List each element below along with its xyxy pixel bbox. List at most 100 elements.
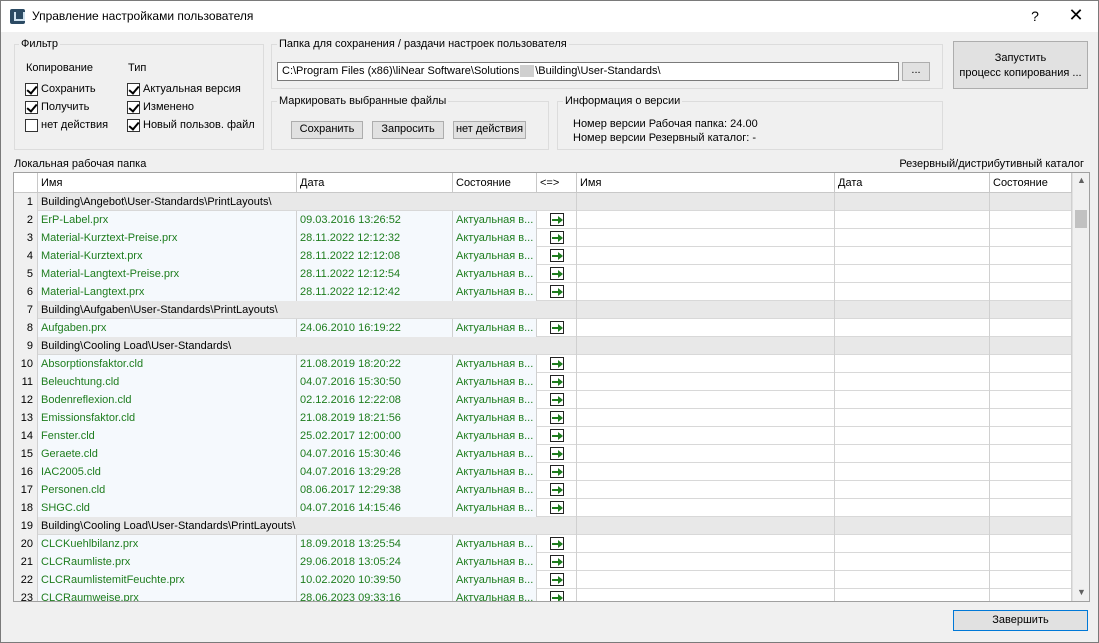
copy-right-arrow-icon[interactable]: [550, 555, 564, 568]
checkbox-new-user-file[interactable]: [127, 119, 140, 132]
table-row[interactable]: 6 Material-Langtext.prx 28.11.2022 12:12:4…: [14, 283, 1072, 301]
folder-row[interactable]: 9 Building\Cooling Load\User-Standards\: [14, 337, 1072, 355]
copy-right-arrow-icon[interactable]: [550, 501, 564, 514]
table-row[interactable]: 3 Material-Kurztext-Preise.prx 28.11.2022 …: [14, 229, 1072, 247]
direction-cell[interactable]: [537, 319, 577, 337]
checkbox-get[interactable]: [25, 101, 38, 114]
folder-row[interactable]: 19 Building\Cooling Load\User-Standards\P…: [14, 517, 1072, 535]
direction-cell[interactable]: [537, 535, 577, 553]
table-row[interactable]: 11 Beleuchtung.cld 04.07.2016 15:30:50 Акту…: [14, 373, 1072, 391]
mark-save-button[interactable]: Сохранить: [291, 121, 363, 139]
header-date[interactable]: Дата: [297, 173, 453, 193]
empty-cell: [990, 337, 1072, 355]
copy-right-arrow-icon[interactable]: [550, 249, 564, 262]
direction-cell[interactable]: [537, 211, 577, 229]
backup-cell: [577, 553, 835, 571]
browse-button[interactable]: ...: [902, 62, 930, 81]
scroll-down-icon[interactable]: ▼: [1073, 587, 1089, 597]
folder-row[interactable]: 1 Building\Angebot\User-Standards\PrintLa…: [14, 193, 1072, 211]
backup-cell: [577, 283, 835, 301]
copy-right-arrow-icon[interactable]: [550, 465, 564, 478]
copy-right-arrow-icon[interactable]: [550, 231, 564, 244]
direction-cell[interactable]: [537, 355, 577, 373]
folder-path-field[interactable]: C:\Program Files (x86)\liNear Software\S…: [277, 62, 899, 81]
checkbox-save[interactable]: [25, 83, 38, 96]
table-row[interactable]: 8 Aufgaben.prx 24.06.2010 16:19:22 Актуальн…: [14, 319, 1072, 337]
copy-right-arrow-icon[interactable]: [550, 573, 564, 586]
table-row[interactable]: 18 SHGC.cld 04.07.2016 14:15:46 Актуальная …: [14, 499, 1072, 517]
scroll-thumb[interactable]: [1075, 210, 1087, 228]
table-row[interactable]: 13 Emissionsfaktor.cld 21.08.2019 18:21:56…: [14, 409, 1072, 427]
start-copy-button[interactable]: Запустить процесс копирования ...: [953, 41, 1088, 89]
table-row[interactable]: 22 CLCRaumlistemitFeuchte.prx 10.02.2020 1…: [14, 571, 1072, 589]
table-row[interactable]: 10 Absorptionsfaktor.cld 21.08.2019 18:20:…: [14, 355, 1072, 373]
table-row[interactable]: 23 CLCRaumweise.prx 28.06.2023 09:33:16 Акт…: [14, 589, 1072, 601]
empty-cell: [835, 517, 990, 535]
direction-cell[interactable]: [537, 229, 577, 247]
table-row[interactable]: 17 Personen.cld 08.06.2017 12:29:38 Актуаль…: [14, 481, 1072, 499]
direction-cell[interactable]: [537, 463, 577, 481]
finish-button[interactable]: Завершить: [953, 610, 1088, 631]
direction-cell[interactable]: [537, 571, 577, 589]
header-state[interactable]: Состояние: [453, 173, 537, 193]
direction-cell[interactable]: [537, 445, 577, 463]
direction-cell[interactable]: [537, 553, 577, 571]
table-row[interactable]: 12 Bodenreflexion.cld 02.12.2016 12:22:08 А…: [14, 391, 1072, 409]
file-name: Absorptionsfaktor.cld: [38, 355, 297, 373]
copy-right-arrow-icon[interactable]: [550, 429, 564, 442]
checkbox-no-action[interactable]: [25, 119, 38, 132]
mark-request-button[interactable]: Запросить: [372, 121, 444, 139]
table-row[interactable]: 20 CLCKuehlbilanz.prx 18.09.2018 13:25:54 А…: [14, 535, 1072, 553]
header-name-backup[interactable]: Имя: [577, 173, 835, 193]
direction-cell[interactable]: [537, 373, 577, 391]
copy-right-arrow-icon[interactable]: [550, 375, 564, 388]
copy-right-arrow-icon[interactable]: [550, 537, 564, 550]
close-button[interactable]: ✕: [1061, 1, 1091, 32]
direction-cell[interactable]: [537, 409, 577, 427]
checkbox-changed[interactable]: [127, 101, 140, 114]
copy-right-arrow-icon[interactable]: [550, 285, 564, 298]
backup-cell: [835, 391, 990, 409]
direction-cell[interactable]: [537, 499, 577, 517]
folder-row[interactable]: 7 Building\Aufgaben\User-Standards\PrintL…: [14, 301, 1072, 319]
table-row[interactable]: 4 Material-Kurztext.prx 28.11.2022 12:12:0…: [14, 247, 1072, 265]
direction-cell[interactable]: [537, 247, 577, 265]
header-name[interactable]: Имя: [38, 173, 297, 193]
copy-right-arrow-icon[interactable]: [550, 393, 564, 406]
mark-none-button[interactable]: нет действия: [453, 121, 526, 139]
help-button[interactable]: ?: [1023, 1, 1047, 32]
header-rownum: [14, 173, 38, 193]
copy-right-arrow-icon[interactable]: [550, 483, 564, 496]
direction-cell[interactable]: [537, 391, 577, 409]
folder-path-part2: \Building\User-Standards\: [535, 65, 661, 77]
file-state: Актуальная в...: [453, 427, 537, 445]
direction-cell[interactable]: [537, 481, 577, 499]
header-state-backup[interactable]: Состояние: [990, 173, 1072, 193]
table-row[interactable]: 21 CLCRaumliste.prx 29.06.2018 13:05:24 Акт…: [14, 553, 1072, 571]
header-direction[interactable]: <=>: [537, 173, 577, 193]
direction-cell[interactable]: [537, 283, 577, 301]
table-row[interactable]: 5 Material-Langtext-Preise.prx 28.11.2022 …: [14, 265, 1072, 283]
backup-cell: [835, 499, 990, 517]
table-row[interactable]: 15 Geraete.cld 04.07.2016 15:30:46 Актуальн…: [14, 445, 1072, 463]
table-row[interactable]: 16 IAC2005.cld 04.07.2016 13:29:28 Актуальн…: [14, 463, 1072, 481]
copy-right-arrow-icon[interactable]: [550, 321, 564, 334]
checkbox-current-version[interactable]: [127, 83, 140, 96]
file-grid[interactable]: Имя Дата Состояние <=> Имя Дата Состояни…: [13, 172, 1090, 602]
table-row[interactable]: 14 Fenster.cld 25.02.2017 12:00:00 Актуальн…: [14, 427, 1072, 445]
copy-right-arrow-icon[interactable]: [550, 591, 564, 601]
direction-cell[interactable]: [537, 265, 577, 283]
table-row[interactable]: 2 ErP-Label.prx 09.03.2016 13:26:52 Актуаль…: [14, 211, 1072, 229]
header-date-backup[interactable]: Дата: [835, 173, 990, 193]
file-date: 04.07.2016 15:30:50: [297, 373, 453, 391]
copy-right-arrow-icon[interactable]: [550, 411, 564, 424]
copy-right-arrow-icon[interactable]: [550, 213, 564, 226]
vertical-scrollbar[interactable]: ▲ ▼: [1072, 173, 1089, 601]
copy-right-arrow-icon[interactable]: [550, 267, 564, 280]
scroll-up-icon[interactable]: ▲: [1073, 175, 1089, 185]
copy-right-arrow-icon[interactable]: [550, 447, 564, 460]
direction-cell[interactable]: [537, 589, 577, 601]
direction-cell[interactable]: [537, 427, 577, 445]
file-name: ErP-Label.prx: [38, 211, 297, 229]
copy-right-arrow-icon[interactable]: [550, 357, 564, 370]
